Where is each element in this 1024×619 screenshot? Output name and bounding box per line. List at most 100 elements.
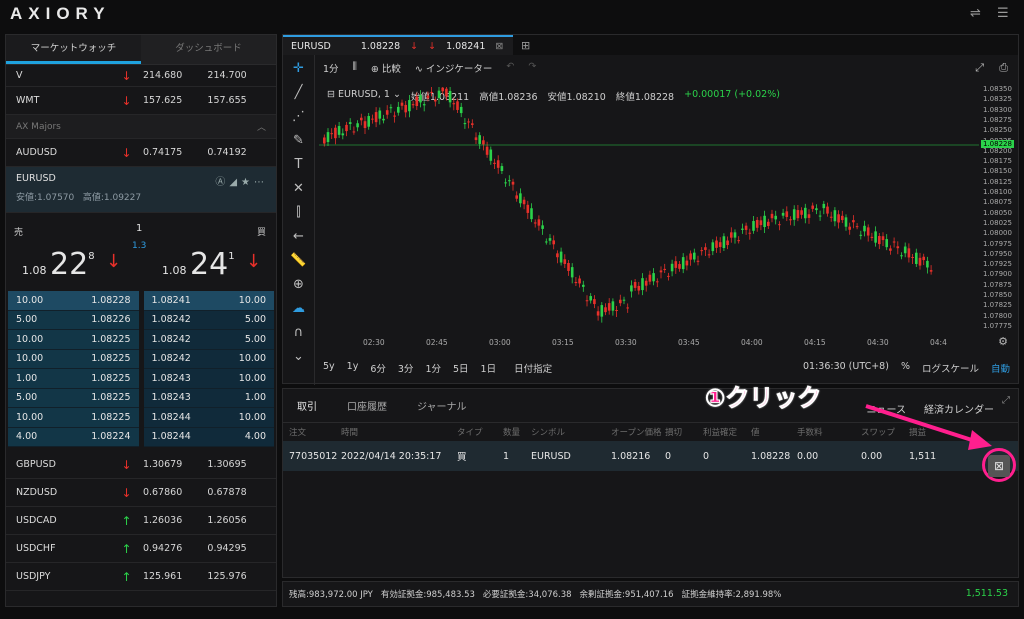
depth-row[interactable]: 1.08242 10.00 [143,349,274,369]
buy-price-button[interactable]: 1.08 241 [162,247,235,282]
price-tick-label: 1.08250 [983,126,1012,135]
depth-row[interactable]: 5.00 1.08225 [8,388,139,408]
candle-body [556,253,559,258]
depth-row[interactable]: 1.08242 5.00 [143,330,274,350]
depth-row[interactable]: 1.08244 10.00 [143,408,274,428]
indicators-button[interactable]: ∿ インジケーター [415,61,493,75]
depth-row[interactable]: 10.00 1.08228 [8,291,139,311]
date-picker-button[interactable]: 日付指定 [514,361,552,375]
swap-layout-icon[interactable]: ⇌ [970,6,981,21]
depth-row[interactable]: 5.00 1.08226 [8,310,139,330]
collapse-toolbar-icon[interactable]: ⌄ [283,349,314,373]
tab-dashboard[interactable]: ダッシュボード [141,35,276,64]
forecast-icon[interactable]: ⫿ [283,205,314,229]
sell-price-button[interactable]: 1.08 228 [22,247,95,282]
range-3m[interactable]: 3分 [398,361,414,375]
candle-type-icon[interactable]: ⫼ [353,61,357,75]
candle-body [826,206,829,214]
auto-scale-toggle[interactable]: 自動 [991,361,1010,375]
candle-body [800,210,803,215]
candle-body [570,267,574,278]
range-1y[interactable]: 1y [347,361,359,375]
zoom-in-icon[interactable]: ⊕ [283,277,314,301]
depth-row[interactable]: 1.08242 5.00 [143,310,274,330]
watchlist-row[interactable]: NZDUSD ↓ 0.67860 0.67878 [6,479,276,507]
depth-row[interactable]: 10.00 1.08225 [8,330,139,350]
range-6m[interactable]: 6分 [370,361,386,375]
watchlist-row[interactable]: USDCAD ↑ 1.26036 1.26056 [6,507,276,535]
crosshair-icon[interactable]: ✛ [283,61,314,85]
percent-toggle[interactable]: % [901,361,910,375]
depth-row[interactable]: 1.08241 10.00 [143,291,274,311]
tab-trades[interactable]: 取引 [297,398,317,413]
tab-market-watch[interactable]: マーケットウォッチ [6,35,141,64]
add-tab-icon[interactable]: ⊞ [521,39,530,52]
interval-button[interactable]: 1分 [323,61,339,75]
compare-button[interactable]: ⊕ 比較 [371,61,401,75]
depth-cell: 5.00 [16,314,38,326]
candle-body [445,88,448,97]
depth-row[interactable]: 1.00 1.08225 [8,369,139,389]
depth-cell: 10.00 [16,333,44,345]
chart-tab-eurusd[interactable]: EURUSD 1.08228 ↓ ↓ 1.08241 ⊠ [283,35,513,55]
pattern-icon[interactable]: ✕ [283,181,314,205]
fib-tool-icon[interactable]: ⋰ [283,109,314,133]
candle-body [371,118,374,120]
range-5d[interactable]: 5日 [453,361,469,375]
text-icon[interactable]: T [283,157,314,181]
redo-icon[interactable]: ↷ [528,61,536,75]
close-position-button[interactable]: ⊠ [988,455,1010,477]
candle-body [911,256,914,258]
price-chart[interactable] [319,87,979,337]
watchlist-row[interactable]: AUDUSD ↓ 0.74175 0.74192 [6,139,276,167]
settings-sliders-icon[interactable]: ☰ [997,6,1009,21]
range-1m[interactable]: 1分 [425,361,441,375]
watchlist-row[interactable]: V ↓ 214.680 214.700 [6,65,276,87]
back-arrow-icon[interactable]: ← [283,229,314,253]
undo-icon[interactable]: ↶ [506,61,514,75]
ask-price: 1.26056 [207,515,247,526]
log-scale-toggle[interactable]: ログスケール [922,361,979,375]
price-tick-label: 1.08025 [983,218,1012,227]
chevron-up-icon[interactable]: ︿ [257,120,266,133]
depth-row[interactable]: 1.08243 10.00 [143,369,274,389]
candle-body [667,275,670,277]
close-tab-icon[interactable]: ⊠ [495,41,503,52]
range-5y[interactable]: 5y [323,361,335,375]
watchlist-row[interactable]: USDCHF ↑ 0.94276 0.94295 [6,535,276,563]
cloud-icon[interactable]: ☁ [283,301,314,325]
brush-icon[interactable]: ✎ [283,133,314,157]
depth-row[interactable]: 1.08243 1.00 [143,388,274,408]
depth-cell: 10.00 [16,353,44,365]
candle-body [326,132,330,143]
candle-body [863,225,866,232]
alert-icon[interactable]: Ⓐ [215,177,229,188]
depth-row[interactable]: 10.00 1.08225 [8,349,139,369]
more-icon[interactable]: ⋯ [254,177,268,188]
range-1d[interactable]: 1日 [481,361,497,375]
candle-body [907,248,911,258]
tab-history[interactable]: 口座履歴 [347,398,387,413]
expand-icon[interactable]: ⤢ [1002,395,1010,406]
candle-body [607,303,611,311]
chart-icon[interactable]: ◢ [229,177,241,188]
depth-cell: 10.00 [16,411,44,423]
depth-row[interactable]: 10.00 1.08225 [8,408,139,428]
fullscreen-icon[interactable]: ⤢ [975,61,984,75]
selected-symbol-header[interactable]: EURUSD 安値:1.07570 高値:1.09227 Ⓐ◢★⋯ [6,167,276,213]
camera-icon[interactable]: ⎙ [999,61,1008,75]
trendline-icon[interactable]: ╱ [283,85,314,109]
star-icon[interactable]: ★ [241,177,254,188]
depth-cell: 1.08242 [151,314,191,326]
chart-settings-icon[interactable]: ⚙ [998,335,1008,348]
ruler-icon[interactable]: 📏 [283,253,314,277]
depth-row[interactable]: 1.08244 4.00 [143,427,274,447]
depth-row[interactable]: 4.00 1.08224 [8,427,139,447]
tab-journal[interactable]: ジャーナル [417,398,467,413]
watchlist-row[interactable]: USDJPY ↑ 125.961 125.976 [6,563,276,591]
watchlist-row[interactable]: WMT ↓ 157.625 157.655 [6,87,276,115]
group-header[interactable]: AX Majors ︿ [6,115,276,139]
magnet-icon[interactable]: ∩ [283,325,314,349]
watchlist-row[interactable]: GBPUSD ↓ 1.30679 1.30695 [6,451,276,479]
time-tick-label: 04:15 [804,338,826,347]
